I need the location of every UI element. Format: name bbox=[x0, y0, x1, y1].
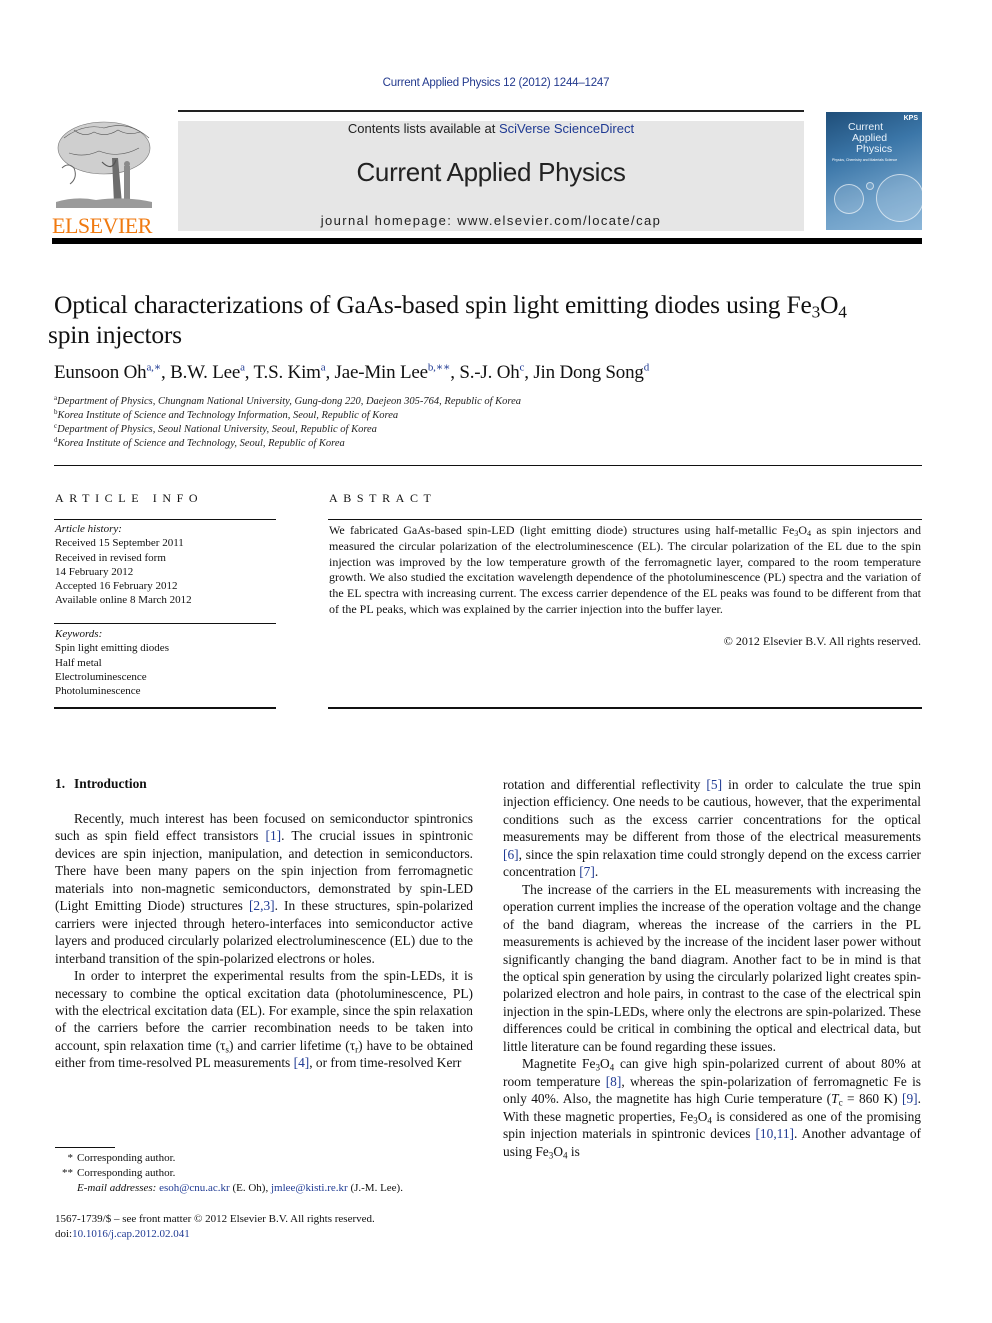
header-thick-rule bbox=[52, 238, 922, 244]
reference-link[interactable]: [10,11] bbox=[755, 1126, 794, 1141]
reference-link[interactable]: [1] bbox=[266, 828, 282, 843]
paragraph: In order to interpret the experimental r… bbox=[55, 968, 473, 1071]
journal-homepage-link[interactable]: journal homepage: www.elsevier.com/locat… bbox=[178, 213, 804, 228]
contents-prefix: Contents lists available at bbox=[347, 121, 499, 136]
history-item: Received 15 September 2011 bbox=[55, 537, 184, 550]
title-text: Optical characterizations of GaAs-based … bbox=[54, 290, 812, 319]
cover-bubble-decoration bbox=[866, 182, 874, 190]
article-info-rule bbox=[54, 707, 276, 709]
article-title: Optical characterizations of GaAs-based … bbox=[48, 290, 924, 350]
keyword[interactable]: Half metal bbox=[55, 656, 277, 670]
author-affiliation-marker[interactable]: b,∗∗ bbox=[428, 361, 451, 373]
paragraph: Magnetite Fe3O4 can give high spin-polar… bbox=[503, 1056, 922, 1160]
reference-link[interactable]: [9] bbox=[902, 1091, 918, 1106]
title-subscript: 4 bbox=[838, 302, 847, 322]
doi-line: doi:10.1016/j.cap.2012.02.041 bbox=[55, 1228, 190, 1240]
footnote: ** Corresponding author. bbox=[62, 1167, 176, 1179]
cover-subtitle: Physics, Chemistry and Materials Science bbox=[832, 158, 898, 162]
affiliation: aDepartment of Physics, Chungnam Nationa… bbox=[54, 393, 522, 407]
affiliation: cDepartment of Physics, Seoul National U… bbox=[54, 421, 377, 435]
article-history: Article history: Received 15 September 2… bbox=[55, 522, 277, 608]
front-matter-text: 1567-1739/$ – see front matter © 2012 El… bbox=[55, 1213, 375, 1225]
author-affiliation-marker[interactable]: d bbox=[644, 361, 650, 373]
kps-badge: KPS bbox=[903, 115, 918, 122]
elsevier-wordmark: ELSEVIER bbox=[52, 213, 152, 238]
affiliation: dKorea Institute of Science and Technolo… bbox=[54, 435, 345, 449]
author-affiliation-marker[interactable]: a bbox=[240, 361, 245, 373]
keyword[interactable]: Photoluminescence bbox=[55, 684, 277, 698]
reference-link[interactable]: [7] bbox=[579, 864, 595, 879]
author[interactable]: Eunsoon Oha,∗ bbox=[54, 362, 161, 383]
article-info-rule bbox=[54, 623, 276, 624]
cover-bubble-decoration bbox=[834, 184, 864, 214]
body-column-left: Recently, much interest has been focused… bbox=[55, 810, 473, 1072]
reference-link[interactable]: [5] bbox=[706, 777, 722, 792]
email-link[interactable]: esoh@cnu.ac.kr bbox=[159, 1182, 230, 1194]
email-addresses: E-mail addresses: esoh@cnu.ac.kr (E. Oh)… bbox=[77, 1182, 403, 1194]
section-divider bbox=[54, 465, 922, 466]
history-item: Accepted 16 February 2012 bbox=[55, 580, 178, 593]
abstract-text: We fabricated GaAs-based spin-LED (light… bbox=[329, 523, 921, 616]
author[interactable]: T.S. Kima bbox=[254, 362, 326, 383]
paragraph: rotation and differential reflectivity [… bbox=[503, 777, 921, 880]
history-item: Received in revised form bbox=[55, 551, 166, 564]
keywords: Keywords: Spin light emitting diodes Hal… bbox=[55, 627, 277, 698]
article-info-heading: ARTICLE INFO bbox=[55, 491, 204, 505]
footnote-rule bbox=[55, 1147, 115, 1148]
cover-bubble-decoration bbox=[876, 174, 924, 222]
title-subscript: 3 bbox=[811, 302, 821, 322]
journal-cover-image[interactable]: KPS Current Applied Physics Physics, Che… bbox=[826, 112, 924, 230]
title-text: O bbox=[820, 290, 839, 319]
reference-link[interactable]: [2,3] bbox=[249, 898, 275, 913]
body-column-right: rotation and differential reflectivity [… bbox=[503, 776, 921, 1160]
author-affiliation-marker[interactable]: c bbox=[520, 361, 525, 373]
reference-link[interactable]: [4] bbox=[294, 1055, 310, 1070]
abstract-rule bbox=[328, 707, 922, 709]
article-history-label: Article history: bbox=[55, 523, 122, 535]
author[interactable]: S.-J. Ohc bbox=[459, 362, 524, 383]
title-text: spin injectors bbox=[48, 320, 182, 349]
abstract-copyright: © 2012 Elsevier B.V. All rights reserved… bbox=[723, 634, 921, 648]
keyword[interactable]: Spin light emitting diodes bbox=[55, 641, 277, 655]
elsevier-logo[interactable]: ELSEVIER bbox=[52, 118, 156, 237]
paragraph: Recently, much interest has been focused… bbox=[55, 811, 473, 966]
affiliations: aDepartment of Physics, Chungnam Nationa… bbox=[54, 393, 924, 451]
author-affiliation-marker[interactable]: a bbox=[321, 361, 326, 373]
cover-title: Current Applied Physics bbox=[848, 122, 892, 155]
keyword[interactable]: Electroluminescence bbox=[55, 670, 277, 684]
abstract-heading: ABSTRACT bbox=[329, 491, 437, 505]
article-info-rule bbox=[54, 519, 276, 520]
front-matter: 1567-1739/$ – see front matter © 2012 El… bbox=[55, 1212, 475, 1242]
journal-citation[interactable]: Current Applied Physics 12 (2012) 1244–1… bbox=[0, 77, 992, 89]
history-item: 14 February 2012 bbox=[55, 565, 134, 578]
header-top-rule bbox=[178, 110, 804, 112]
doi-link[interactable]: 10.1016/j.cap.2012.02.041 bbox=[72, 1228, 190, 1240]
contents-line: Contents lists available at SciVerse Sci… bbox=[178, 121, 804, 136]
footnote: * Corresponding author. bbox=[67, 1152, 176, 1164]
history-item: Available online 8 March 2012 bbox=[55, 594, 192, 607]
affiliation: bKorea Institute of Science and Technolo… bbox=[54, 407, 399, 421]
author-list: Eunsoon Oha,∗, B.W. Leea, T.S. Kima, Jae… bbox=[54, 361, 650, 383]
abstract-rule bbox=[328, 519, 922, 520]
author[interactable]: Jin Dong Songd bbox=[533, 362, 649, 383]
paragraph: The increase of the carriers in the EL m… bbox=[503, 881, 921, 1054]
journal-banner: Contents lists available at SciVerse Sci… bbox=[178, 121, 804, 231]
reference-link[interactable]: [6] bbox=[503, 847, 519, 862]
reference-link[interactable]: [8] bbox=[606, 1074, 622, 1089]
author-affiliation-marker[interactable]: a,∗ bbox=[146, 361, 161, 373]
keywords-label: Keywords: bbox=[55, 628, 103, 640]
footnotes: * Corresponding author. ** Corresponding a… bbox=[55, 1151, 475, 1196]
email-link[interactable]: jmlee@kisti.re.kr bbox=[271, 1182, 348, 1194]
section-heading: 1. Introduction bbox=[55, 776, 147, 791]
elsevier-tree-icon bbox=[56, 121, 152, 208]
sciencedirect-link[interactable]: SciVerse ScienceDirect bbox=[499, 121, 634, 136]
cover-title-line: Physics bbox=[856, 143, 893, 155]
journal-name: Current Applied Physics bbox=[356, 157, 626, 187]
author[interactable]: Jae-Min Leeb,∗∗ bbox=[335, 362, 451, 383]
author[interactable]: B.W. Leea bbox=[170, 362, 245, 383]
